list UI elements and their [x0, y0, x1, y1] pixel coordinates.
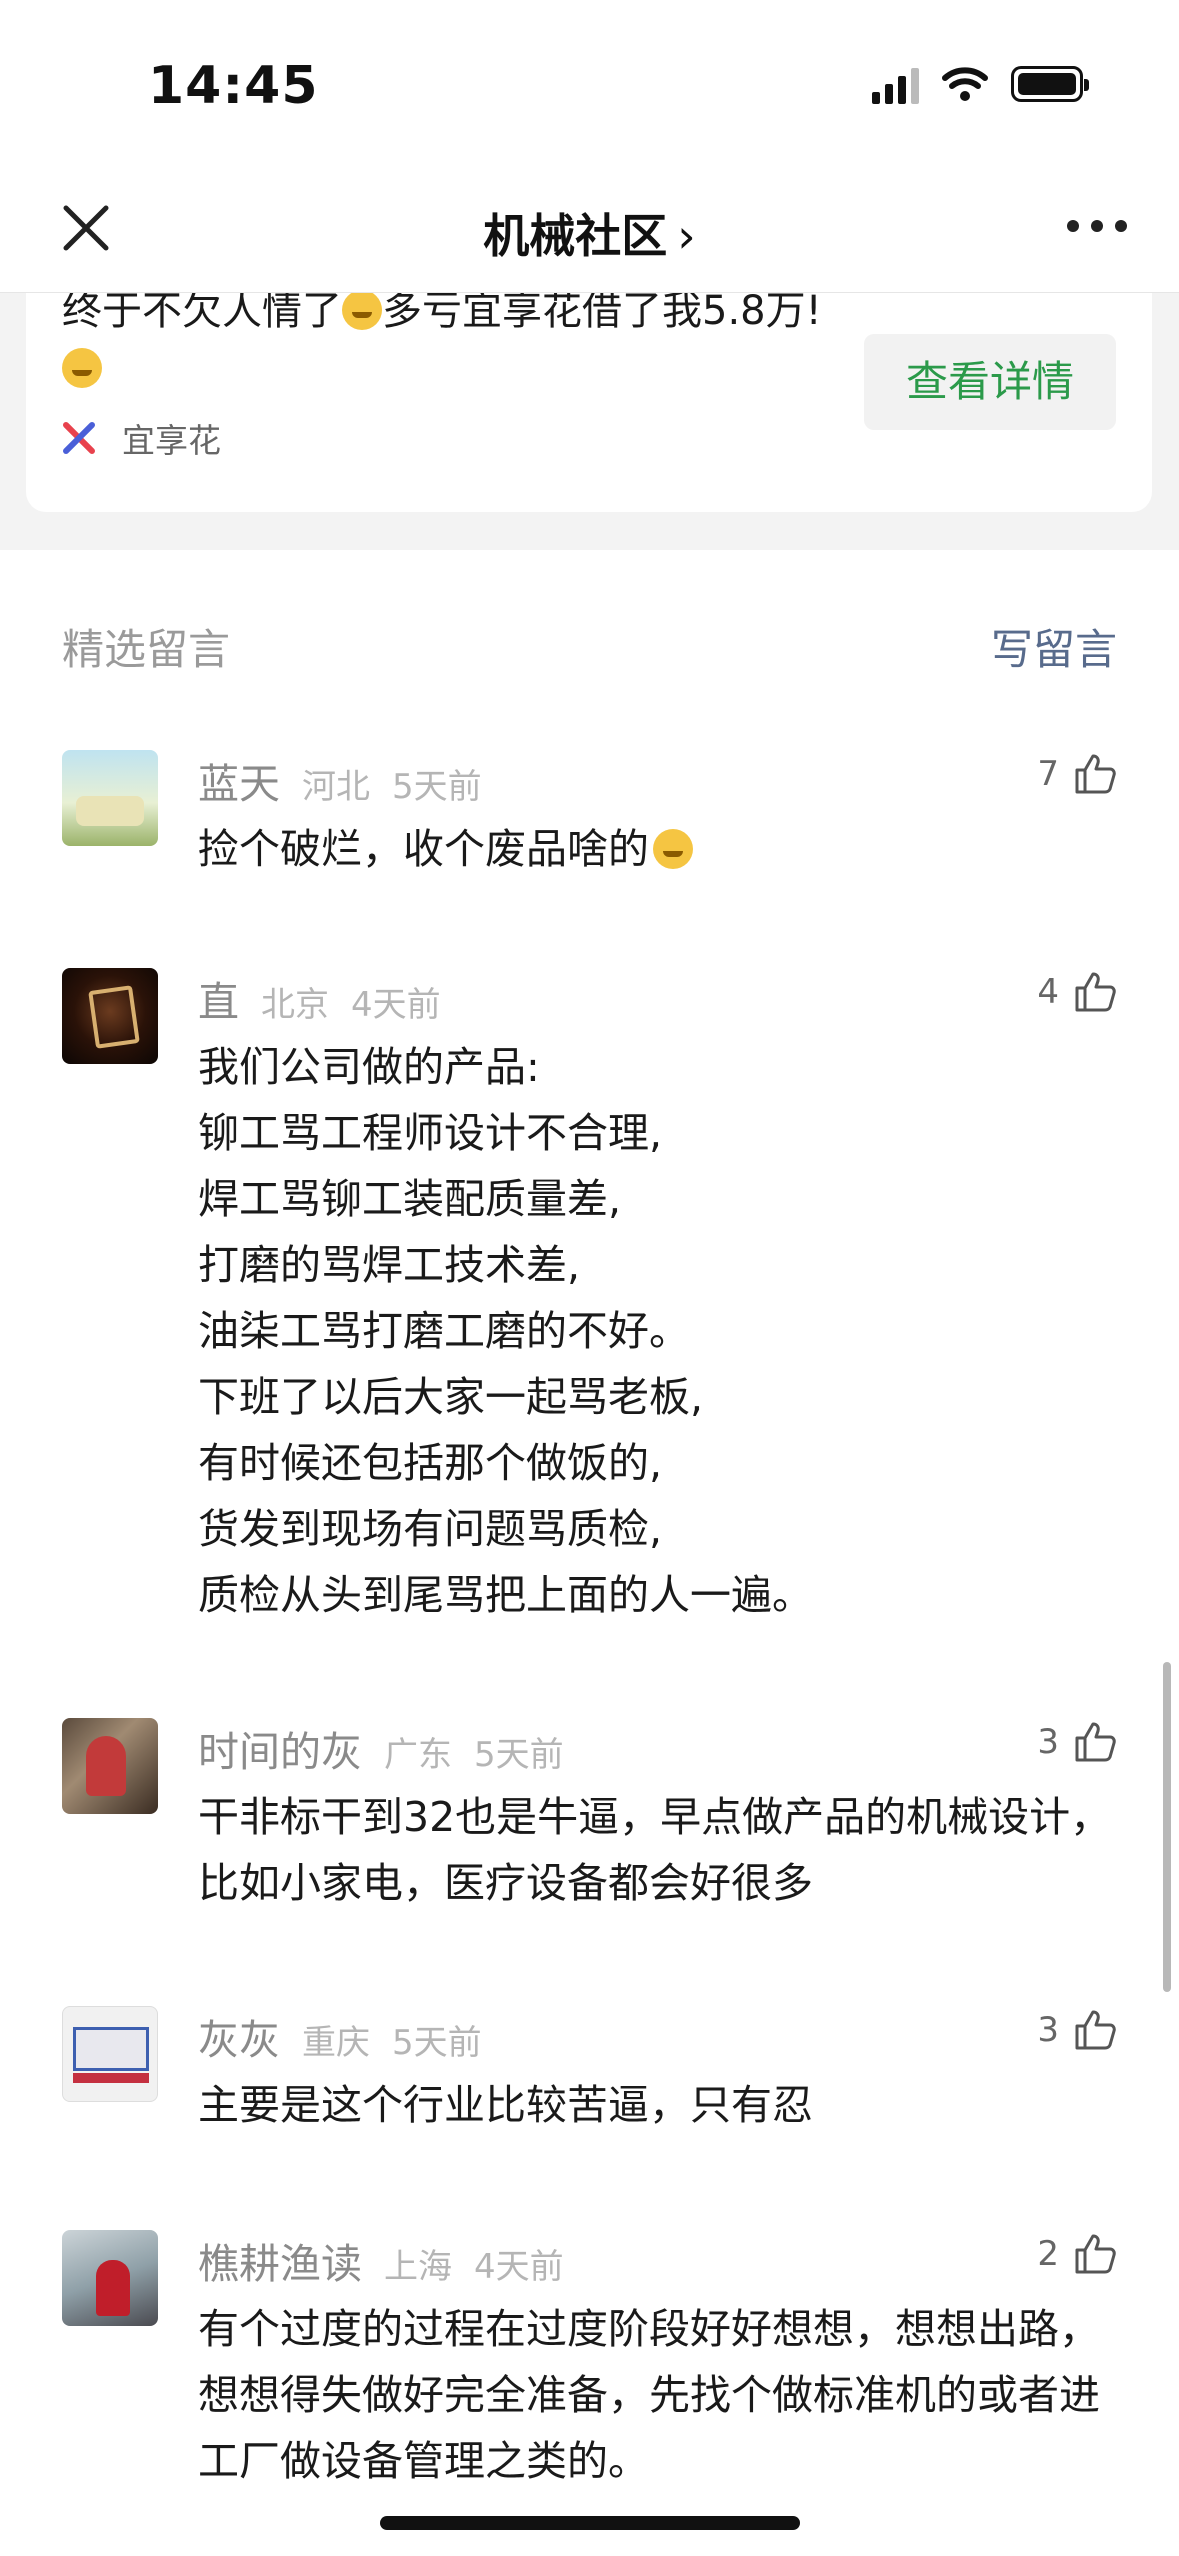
comment-time: 5天前 [474, 1735, 564, 1775]
comment-text: 捡个破烂，收个废品啥的 [198, 816, 1118, 882]
ad-text-part1: 终于不欠人情了 [62, 288, 342, 334]
write-comment-button[interactable]: 写留言 [991, 616, 1117, 677]
like-button[interactable]: 4 [1037, 970, 1117, 1014]
like-count: 4 [1037, 972, 1059, 1012]
like-count: 7 [1037, 754, 1059, 794]
comment-location: 上海 [384, 2247, 452, 2287]
comment-text: 干非标干到32也是牛逼，早点做产品的机械设计，比如小家电，医疗设备都会好很多 [198, 1793, 1112, 1907]
like-count: 3 [1037, 1722, 1059, 1762]
view-details-button[interactable]: 查看详情 [864, 334, 1116, 430]
avatar[interactable] [62, 1718, 158, 1814]
ad-text-part2: 多亏宜享花借了我5.8万! [382, 288, 822, 334]
crying-emoji-icon [62, 348, 102, 388]
ad-area: 终于不欠人情了 多亏宜享花借了我5.8万! 宜享花 查看详情 [0, 288, 1179, 550]
thumbs-up-icon [1075, 1722, 1116, 1762]
like-button[interactable]: 3 [1037, 1720, 1117, 1764]
avatar[interactable] [62, 750, 158, 846]
comment-location: 河北 [302, 767, 370, 807]
more-options-icon[interactable] [1067, 220, 1127, 232]
comments-header: 精选留言 写留言 [0, 550, 1179, 680]
page-title-text: 机械社区 [483, 209, 668, 263]
battery-icon [1011, 66, 1089, 102]
commenter-name[interactable]: 灰灰 [198, 2006, 280, 2066]
like-button[interactable]: 2 [1037, 2232, 1117, 2276]
wifi-icon [942, 67, 988, 101]
page-title[interactable]: 机械社区 › [0, 200, 1179, 266]
avatar[interactable] [62, 2230, 158, 2326]
commenter-name[interactable]: 直 [198, 968, 239, 1028]
yixianghua-logo-icon [63, 422, 95, 454]
status-bar: 14:45 [0, 0, 1179, 170]
comment-meta: 灰灰 重庆 5天前 [198, 2006, 482, 2066]
avatar[interactable] [62, 968, 158, 1064]
scrollbar[interactable] [1163, 1662, 1171, 1992]
thumbs-up-icon [1075, 972, 1116, 1012]
avatar[interactable] [62, 2006, 158, 2102]
comment-location: 北京 [261, 985, 329, 1025]
comment-location: 重庆 [302, 2023, 370, 2063]
thumbs-up-icon [1075, 754, 1116, 794]
comment-meta: 直 北京 4天前 [198, 968, 441, 1028]
like-button[interactable]: 7 [1037, 752, 1117, 796]
commenter-name[interactable]: 时间的灰 [198, 1718, 362, 1778]
comment-meta: 樵耕渔读 上海 4天前 [198, 2230, 564, 2290]
comment-text-body: 捡个破烂，收个废品啥的 [198, 825, 649, 873]
thumbs-up-icon [1075, 2234, 1116, 2274]
home-indicator[interactable] [380, 2516, 800, 2530]
commenter-name[interactable]: 樵耕渔读 [198, 2230, 362, 2290]
commenter-name[interactable]: 蓝天 [198, 750, 280, 810]
status-time: 14:45 [148, 56, 319, 116]
comment-time: 4天前 [474, 2247, 564, 2287]
featured-comments-title: 精选留言 [62, 625, 231, 674]
ad-card[interactable]: 终于不欠人情了 多亏宜享花借了我5.8万! 宜享花 查看详情 [26, 288, 1152, 512]
comment-time: 5天前 [392, 2023, 482, 2063]
like-button[interactable]: 3 [1037, 2008, 1117, 2052]
smirk-emoji-icon [342, 290, 382, 330]
comment-location: 广东 [384, 1735, 452, 1775]
like-count: 3 [1037, 2010, 1059, 2050]
like-count: 2 [1037, 2234, 1059, 2274]
relieved-emoji-icon [653, 829, 693, 869]
comment-text: 我们公司做的产品: 铆工骂工程师设计不合理, 焊工骂铆工装配质量差, 打磨的骂焊… [198, 1043, 813, 1619]
chevron-right-icon: › [677, 209, 696, 263]
comment-time: 5天前 [392, 767, 482, 807]
comment-text: 有个过度的过程在过度阶段好好想想，想想出路，想想得失做好完全准备，先找个做标准机… [198, 2305, 1100, 2485]
comment-text: 主要是这个行业比较苦逼，只有忍 [198, 2081, 813, 2129]
ad-text: 终于不欠人情了 多亏宜享花借了我5.8万! [62, 282, 822, 398]
ad-brand-name: 宜享花 [122, 421, 221, 460]
nav-bar: 机械社区 › [0, 170, 1179, 293]
status-icons [872, 64, 1089, 104]
ad-brand: 宜享花 [62, 414, 221, 462]
comment-time: 4天前 [351, 985, 441, 1025]
comment-meta: 时间的灰 广东 5天前 [198, 1718, 564, 1778]
comment-meta: 蓝天 河北 5天前 [198, 750, 482, 810]
cellular-signal-icon [872, 64, 919, 104]
thumbs-up-icon [1075, 2010, 1116, 2050]
